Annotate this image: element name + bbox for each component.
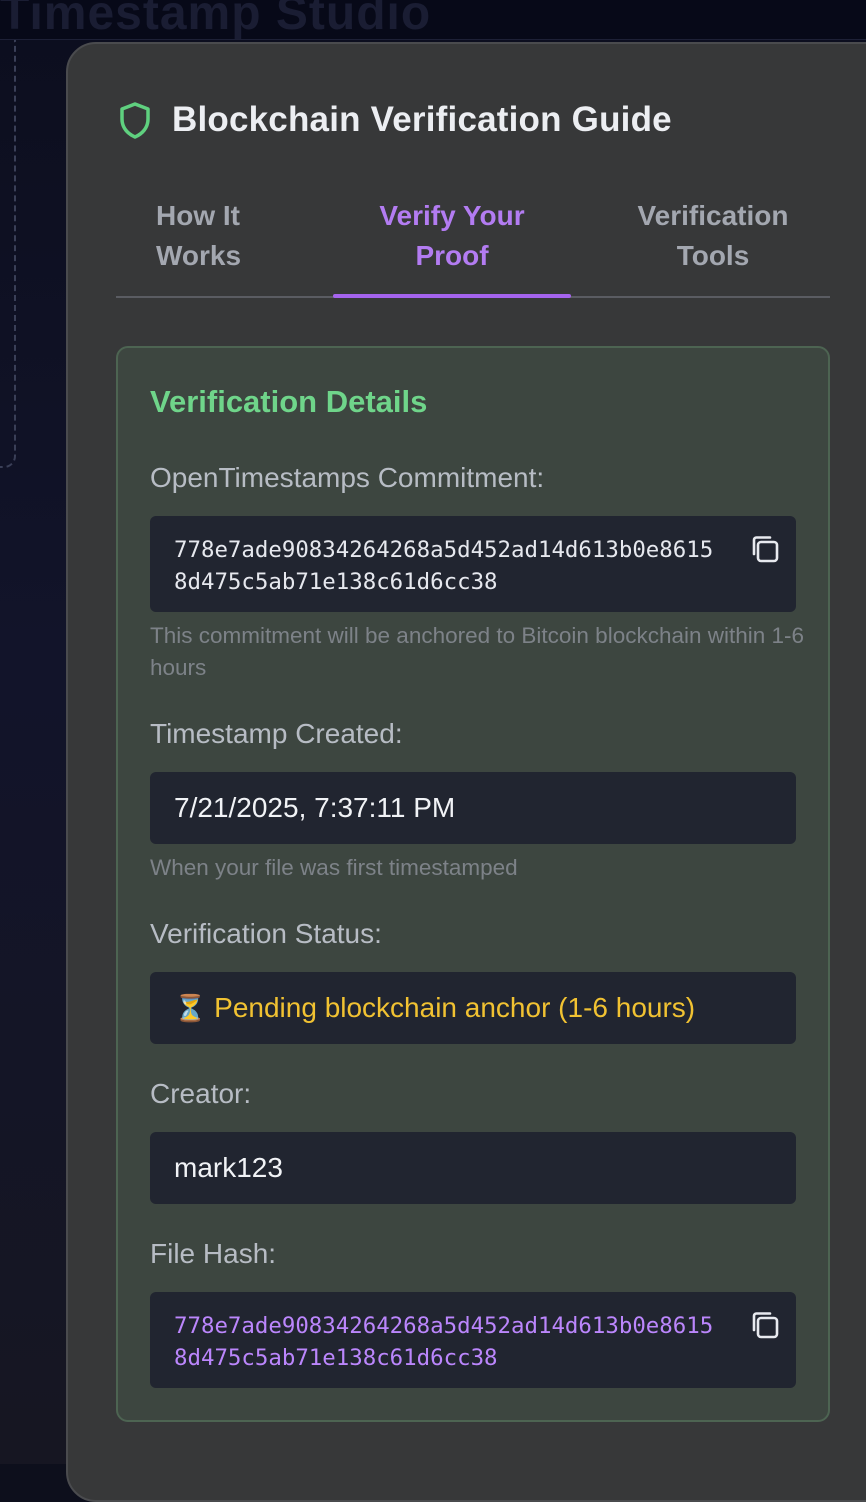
file-hash-value[interactable]: 778e7ade90834264268a5d452ad14d613b0e8615… (174, 1310, 724, 1374)
tab-verify-your-proof[interactable]: Verify Your Proof (333, 194, 571, 298)
status-value-wrap: ⏳ Pending blockchain anchor (1-6 hours) (174, 972, 695, 1044)
tab-label: How It (156, 200, 240, 231)
commitment-field: 778e7ade90834264268a5d452ad14d613b0e8615… (150, 516, 796, 612)
tab-label: Tools (676, 240, 750, 271)
status-field: ⏳ Pending blockchain anchor (1-6 hours) (150, 972, 796, 1044)
app-title: Timestamp Studio (0, 0, 432, 40)
copy-icon[interactable] (748, 1308, 782, 1342)
commitment-label: OpenTimestamps Commitment: (150, 462, 545, 493)
upload-dropzone (0, 40, 16, 468)
details-title: Verification Details (150, 384, 428, 419)
tab-how-it-works[interactable]: How It Works (156, 194, 276, 296)
status-label: Verification Status: (150, 918, 382, 949)
tab-verification-tools[interactable]: Verification Tools (621, 194, 805, 296)
file-hash-label: File Hash: (150, 1238, 277, 1269)
shield-icon (118, 101, 152, 139)
commitment-value[interactable]: 778e7ade90834264268a5d452ad14d613b0e8615… (174, 534, 724, 598)
guide-tabs: How It Works Verify Your Proof Verificat… (116, 194, 830, 298)
tab-label: Verification (637, 200, 789, 231)
tab-label: Works (156, 240, 242, 271)
panel-header: Blockchain Verification Guide (118, 98, 672, 142)
creator-value: mark123 (174, 1152, 283, 1183)
timestamp-hint: When your file was first timestamped (150, 855, 518, 880)
app-header-bar: Timestamp Studio (0, 0, 866, 40)
timestamp-value: 7/21/2025, 7:37:11 PM (174, 792, 456, 823)
timestamp-field: 7/21/2025, 7:37:11 PM (150, 772, 796, 844)
tab-label: Proof (415, 240, 489, 271)
tab-label: Verify Your (379, 200, 525, 231)
file-hash-field: 778e7ade90834264268a5d452ad14d613b0e8615… (150, 1292, 796, 1388)
creator-field: mark123 (150, 1132, 796, 1204)
timestamp-label: Timestamp Created: (150, 718, 403, 749)
creator-label: Creator: (150, 1078, 252, 1109)
panel-title: Blockchain Verification Guide (172, 100, 672, 139)
commitment-hint: This commitment will be anchored to Bitc… (150, 623, 805, 680)
copy-icon[interactable] (748, 532, 782, 566)
hourglass-icon: ⏳ (174, 993, 207, 1023)
status-value: Pending blockchain anchor (1-6 hours) (214, 992, 696, 1023)
